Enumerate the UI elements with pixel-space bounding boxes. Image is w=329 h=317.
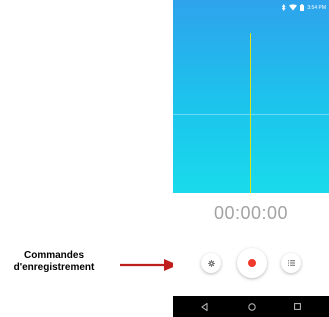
record-dot-icon — [248, 259, 256, 267]
back-icon — [201, 302, 208, 311]
annotation-arrow — [120, 259, 178, 271]
home-button[interactable] — [246, 301, 257, 312]
status-bar: 3:54 PM — [281, 3, 326, 12]
recording-controls — [173, 248, 329, 278]
navigation-bar — [173, 296, 329, 317]
list-icon — [287, 260, 295, 266]
recents-button[interactable] — [292, 301, 303, 312]
screenshot: Commandes d'enregistrement 3:54 PM 00:00… — [0, 0, 329, 317]
annotation-label: Commandes d'enregistrement — [2, 250, 106, 274]
gear-icon — [207, 259, 215, 267]
recents-icon — [294, 303, 301, 310]
battery-icon — [300, 4, 305, 11]
back-button[interactable] — [199, 301, 210, 312]
waveform-baseline — [173, 114, 329, 115]
recordings-list-button[interactable] — [281, 253, 301, 273]
status-time: 3:54 PM — [307, 4, 326, 11]
waveform-area: 3:54 PM — [173, 0, 329, 193]
bluetooth-icon — [282, 4, 286, 11]
phone-screen: 3:54 PM 00:00:00 — [173, 0, 329, 317]
settings-button[interactable] — [201, 253, 221, 273]
recording-timer: 00:00:00 — [213, 203, 289, 223]
playhead-line — [250, 33, 251, 193]
annotation-label-line2: d'enregistrement — [13, 262, 95, 273]
annotation-label-line1: Commandes — [23, 250, 84, 261]
wifi-icon — [289, 4, 298, 11]
record-button[interactable] — [237, 248, 267, 278]
home-icon — [247, 302, 256, 311]
